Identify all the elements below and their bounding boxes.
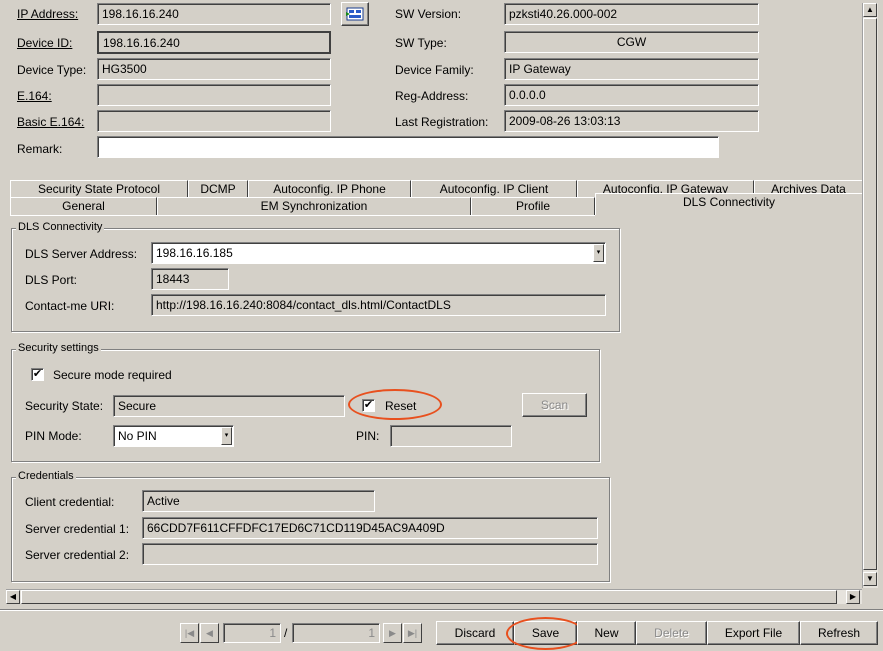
scroll-left-icon[interactable]: ◀ [6, 590, 20, 604]
horizontal-scrollbar[interactable]: ◀ ▶ [6, 589, 862, 604]
ip-lookup-button[interactable] [341, 2, 369, 26]
server-credential-2-field[interactable] [142, 543, 598, 565]
reg-address-label: Reg-Address: [395, 89, 469, 103]
credentials-title: Credentials [16, 470, 76, 482]
device-type-field[interactable]: HG3500 [97, 58, 331, 80]
checkmark-icon: ✔ [32, 368, 43, 380]
page-total-field: 1 [292, 623, 380, 643]
device-id-field[interactable]: 198.16.16.240 [97, 31, 331, 54]
tab-dcmp[interactable]: DCMP [188, 180, 248, 198]
vertical-scroll-thumb[interactable] [863, 18, 877, 570]
client-credential-field[interactable]: Active [142, 490, 375, 512]
dls-connectivity-title: DLS Connectivity [16, 221, 105, 233]
scroll-right-icon[interactable]: ▶ [846, 590, 860, 604]
reset-checkbox[interactable]: ✔ [362, 399, 375, 412]
e164-label[interactable]: E.164: [17, 89, 52, 103]
security-state-field[interactable]: Secure [113, 395, 345, 417]
contact-uri-field[interactable]: http://198.16.16.240:8084/contact_dls.ht… [151, 294, 606, 316]
horizontal-scroll-thumb[interactable] [21, 590, 837, 604]
dls-port-label: DLS Port: [25, 273, 78, 287]
pin-mode-value: No PIN [118, 429, 157, 443]
remark-field[interactable] [97, 136, 719, 158]
sw-type-field[interactable]: CGW [504, 31, 759, 53]
export-file-button[interactable]: Export File [707, 621, 800, 645]
dls-server-dropdown[interactable]: 198.16.16.185 ▾ [151, 242, 606, 264]
last-page-icon[interactable]: ▶| [403, 623, 422, 643]
tab-general[interactable]: General [10, 197, 157, 215]
page-current-field[interactable]: 1 [223, 623, 281, 643]
tab-em-synchronization[interactable]: EM Synchronization [157, 197, 471, 215]
reset-label[interactable]: Reset [385, 399, 416, 413]
remark-label: Remark: [17, 142, 63, 156]
pin-mode-dropdown[interactable]: No PIN ▾ [113, 425, 234, 447]
vertical-scrollbar[interactable]: ▲ ▼ [862, 3, 878, 588]
sw-version-label: SW Version: [395, 7, 462, 21]
pin-field[interactable] [390, 425, 512, 447]
device-type-label: Device Type: [17, 63, 87, 77]
scan-button[interactable]: Scan [522, 393, 587, 417]
basic-e164-label[interactable]: Basic E.164: [17, 115, 84, 129]
tab-divider [10, 215, 595, 216]
client-credential-label: Client credential: [25, 495, 115, 509]
network-icon [346, 7, 364, 21]
secure-mode-checkbox[interactable]: ✔ [31, 368, 44, 381]
checkmark-icon: ✔ [363, 399, 374, 411]
tab-row-2: General EM Synchronization Profile DLS C… [10, 193, 863, 215]
tab-dls-connectivity[interactable]: DLS Connectivity [595, 193, 863, 215]
server-credential-1-field[interactable]: 66CDD7F611CFFDFC17ED6C71CD119D45AC9A409D [142, 517, 598, 539]
contact-uri-label: Contact-me URI: [25, 299, 115, 313]
device-id-label[interactable]: Device ID: [17, 36, 72, 50]
device-family-field[interactable]: IP Gateway [504, 58, 759, 80]
new-button[interactable]: New [577, 621, 636, 645]
ip-address-label[interactable]: IP Address: [17, 7, 78, 21]
sw-version-field[interactable]: pzksti40.26.000-002 [504, 3, 759, 25]
delete-button[interactable]: Delete [636, 621, 707, 645]
footer-divider-highlight [0, 610, 883, 611]
reg-address-field[interactable]: 0.0.0.0 [504, 84, 759, 106]
next-page-icon[interactable]: ▶ [383, 623, 402, 643]
pin-mode-label: PIN Mode: [25, 429, 82, 443]
dropdown-arrow-icon[interactable]: ▾ [593, 244, 604, 262]
refresh-button[interactable]: Refresh [800, 621, 878, 645]
dropdown-arrow-icon[interactable]: ▾ [221, 427, 232, 445]
scroll-down-icon[interactable]: ▼ [863, 572, 877, 586]
dls-server-value: 198.16.16.185 [156, 246, 233, 260]
pin-label: PIN: [356, 429, 380, 443]
secure-mode-label[interactable]: Secure mode required [53, 368, 172, 382]
basic-e164-field[interactable] [97, 110, 331, 132]
previous-page-icon[interactable]: ◀ [200, 623, 219, 643]
device-family-label: Device Family: [395, 63, 474, 77]
ip-address-field[interactable]: 198.16.16.240 [97, 3, 331, 25]
e164-field[interactable] [97, 84, 331, 106]
server-credential-1-label: Server credential 1: [25, 522, 130, 536]
sw-type-label: SW Type: [395, 36, 447, 50]
tab-security-state-protocol[interactable]: Security State Protocol [10, 180, 188, 198]
tab-profile[interactable]: Profile [471, 197, 595, 215]
scroll-up-icon[interactable]: ▲ [863, 3, 877, 17]
dls-port-field[interactable]: 18443 [151, 268, 229, 290]
server-credential-2-label: Server credential 2: [25, 548, 130, 562]
save-highlight-oval [506, 617, 585, 650]
tab-autoconfig-ip-client[interactable]: Autoconfig. IP Client [411, 180, 577, 198]
discard-button[interactable]: Discard [436, 621, 514, 645]
dls-server-label: DLS Server Address: [25, 247, 138, 261]
last-registration-label: Last Registration: [395, 115, 489, 129]
last-registration-field[interactable]: 2009-08-26 13:03:13 [504, 110, 759, 132]
security-state-label: Security State: [25, 399, 104, 413]
first-page-icon[interactable]: |◀ [180, 623, 199, 643]
page-separator: / [284, 626, 288, 640]
security-settings-title: Security settings [16, 342, 101, 354]
tab-autoconfig-ip-phone[interactable]: Autoconfig. IP Phone [248, 180, 411, 198]
